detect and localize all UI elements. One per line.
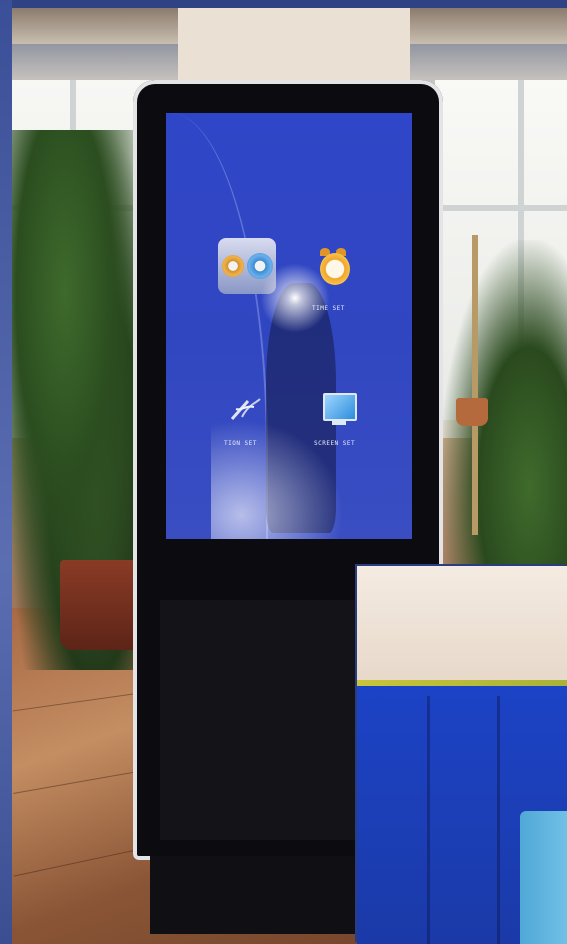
inset-mat-seam	[427, 696, 430, 944]
kiosk-lower-panel	[160, 600, 360, 840]
frame-border-top	[0, 0, 567, 8]
ceiling-box	[178, 8, 410, 86]
monitor-icon	[323, 393, 357, 421]
gear-icon	[221, 255, 244, 277]
inset-mat-seam	[497, 696, 500, 944]
photo-background: TIME SET TION SET SCREEN SET	[0, 0, 567, 944]
menu-item-action-set[interactable]	[226, 391, 270, 431]
flower-pot-right	[456, 398, 488, 426]
wand-icon	[230, 398, 261, 420]
menu-label-action-set: TION SET	[224, 440, 257, 447]
camera-flash-glare	[260, 263, 330, 333]
plant-support-stick	[472, 235, 478, 535]
monitor-stand-icon	[332, 421, 346, 425]
menu-item-screen-set[interactable]	[321, 391, 361, 431]
inset-soft-cube	[520, 811, 567, 944]
menu-label-screen-set: SCREEN SET	[314, 440, 356, 447]
inset-wall	[357, 566, 567, 684]
frame-border-left	[0, 0, 12, 944]
window-frame	[435, 205, 567, 211]
inset-photo	[357, 566, 567, 944]
kiosk-screen: TIME SET TION SET SCREEN SET	[166, 113, 412, 539]
